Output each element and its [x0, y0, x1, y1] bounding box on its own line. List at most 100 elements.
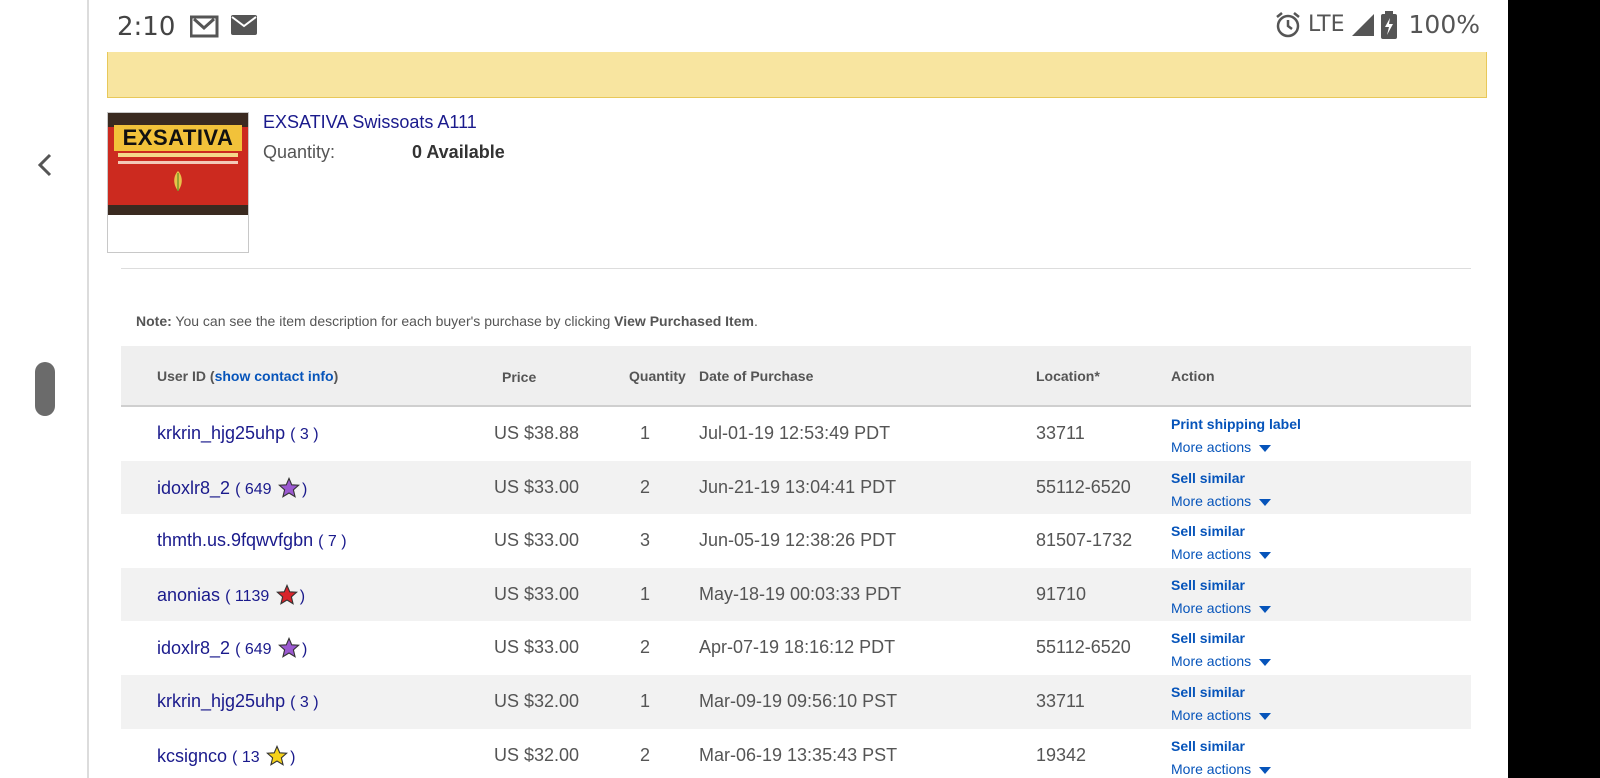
table-row: krkrin_hjg25uhp ( 3 ) US $38.88 1 Jul-01-19…: [121, 407, 1471, 461]
caret-down-icon: [1259, 766, 1272, 774]
location-cell: 55112-6520: [1036, 476, 1131, 497]
feedback-score[interactable]: ( 3 ): [290, 426, 318, 443]
buyer-user-id-link[interactable]: krkrin_hjg25uhp: [157, 691, 285, 711]
quantity-value: 0 Available: [412, 142, 505, 162]
date-cell: Mar-06-19 13:35:43 PST: [699, 744, 898, 765]
more-actions-dropdown[interactable]: More actions: [1171, 544, 1272, 564]
table-row: anonias ( 1139 ) US $33.00 1 May-18-19 00:0…: [121, 567, 1471, 622]
action-cell: Sell similar More actions: [1171, 469, 1272, 511]
quantity-cell: 3: [639, 530, 650, 551]
product-image-brand: EXSATIVA: [114, 125, 242, 151]
more-actions-dropdown[interactable]: More actions: [1171, 651, 1272, 671]
action-cell: Sell similar More actions: [1171, 629, 1272, 671]
quantity-cell: 1: [639, 423, 650, 443]
product-thumbnail[interactable]: EXSATIVA: [107, 112, 249, 253]
status-bar: 2:10 LTE 100%: [91, 0, 1508, 52]
caret-down-icon: [1259, 712, 1272, 720]
price-cell: US $38.88: [494, 423, 580, 443]
action-cell: Print shipping label More actions: [1171, 415, 1301, 457]
email-icon: [231, 15, 257, 35]
primary-action-link[interactable]: Sell similar: [1171, 737, 1271, 755]
caret-down-icon: [1259, 605, 1272, 613]
primary-action-link[interactable]: Sell similar: [1171, 469, 1271, 487]
signal-icon: [1351, 13, 1374, 36]
quantity-cell: 1: [639, 583, 650, 604]
show-contact-info-link[interactable]: show contact info: [215, 368, 334, 384]
price-cell: US $32.00: [494, 744, 580, 765]
header-location: Location*: [1036, 368, 1100, 384]
table-row: idoxlr8_2 ( 649 ) US $33.00 2 Apr-07-19 18:…: [121, 621, 1471, 675]
header-action: Action: [1171, 368, 1215, 384]
leaf-icon: [174, 171, 182, 191]
primary-action-link[interactable]: Sell similar: [1171, 683, 1271, 701]
buyer-cell: idoxlr8_2 ( 649 ): [157, 637, 307, 659]
buyer-user-id-link[interactable]: idoxlr8_2: [157, 638, 230, 658]
quantity-cell: 2: [639, 476, 650, 497]
primary-action-link[interactable]: Print shipping label: [1171, 415, 1301, 433]
quantity-cell: 1: [639, 690, 650, 711]
quantity-cell: 2: [639, 637, 650, 658]
more-actions-dropdown[interactable]: More actions: [1171, 491, 1272, 511]
buyer-cell: thmth.us.9fqwvfgbn ( 7 ): [157, 530, 347, 551]
buyer-user-id-link[interactable]: idoxlr8_2: [157, 478, 230, 498]
feedback-score[interactable]: ( 3 ): [290, 694, 318, 711]
action-cell: Sell similar More actions: [1171, 576, 1272, 618]
purple-star-icon: [278, 637, 300, 659]
feedback-score[interactable]: ( 1139 ): [225, 583, 305, 605]
feedback-score[interactable]: ( 7 ): [318, 533, 346, 550]
scroll-handle[interactable]: [35, 362, 55, 416]
date-cell: Jun-05-19 12:38:26 PDT: [699, 530, 897, 551]
screen-edge: [1508, 0, 1600, 778]
more-actions-dropdown[interactable]: More actions: [1171, 598, 1272, 618]
feedback-score[interactable]: ( 649 ): [235, 637, 307, 658]
more-actions-dropdown[interactable]: More actions: [1171, 437, 1301, 457]
date-cell: Apr-07-19 18:16:12 PDT: [699, 637, 896, 658]
feedback-score[interactable]: ( 649 ): [235, 476, 307, 498]
buyer-cell: kcsignco ( 13 ): [157, 744, 295, 767]
buyer-user-id-link[interactable]: krkrin_hjg25uhp: [157, 423, 285, 443]
location-cell: 33711: [1036, 690, 1085, 711]
location-cell: 33711: [1036, 423, 1085, 443]
purple-star-icon: [278, 476, 300, 498]
header-price: Price: [502, 369, 537, 385]
buyer-cell: anonias ( 1139 ): [157, 583, 305, 606]
more-actions-dropdown[interactable]: More actions: [1171, 705, 1272, 725]
table-row: idoxlr8_2 ( 649 ) US $33.00 2 Jun-21-19 13:…: [121, 460, 1471, 515]
table-row: kcsignco ( 13 ) US $32.00 2 Mar-06-19 13:35…: [121, 729, 1471, 778]
notice-banner: [107, 52, 1487, 98]
purchase-history-table: User ID (show contact info) Price Quanti…: [121, 346, 1471, 778]
feedback-score[interactable]: ( 13 ): [232, 744, 295, 766]
price-cell: US $32.00: [494, 690, 580, 711]
date-cell: May-18-19 00:03:33 PDT: [699, 583, 902, 604]
network-type: LTE: [1307, 12, 1345, 37]
quantity-cell: 2: [639, 744, 650, 765]
date-cell: Jul-01-19 12:53:49 PDT: [699, 423, 891, 443]
buyer-user-id-link[interactable]: thmth.us.9fqwvfgbn: [157, 530, 313, 550]
buyer-user-id-link[interactable]: kcsignco: [157, 746, 227, 766]
quantity-label: Quantity:: [263, 142, 336, 162]
table-body: krkrin_hjg25uhp ( 3 ) US $38.88 1 Jul-01-19…: [121, 407, 1471, 778]
location-cell: 91710: [1036, 583, 1087, 604]
buyer-user-id-link[interactable]: anonias: [157, 585, 220, 605]
left-gutter: [0, 0, 89, 778]
alarm-icon: [1276, 11, 1300, 37]
primary-action-link[interactable]: Sell similar: [1171, 522, 1271, 540]
product-title-link[interactable]: EXSATIVA Swissoats A111: [263, 112, 477, 133]
primary-action-link[interactable]: Sell similar: [1171, 576, 1271, 594]
more-actions-dropdown[interactable]: More actions: [1171, 759, 1272, 778]
divider: [121, 268, 1471, 269]
caret-down-icon: [1259, 659, 1272, 667]
price-cell: US $33.00: [494, 637, 580, 658]
caret-down-icon: [1259, 445, 1272, 452]
clock: 2:10: [117, 12, 176, 42]
price-cell: US $33.00: [494, 476, 580, 497]
header-quantity: Quantity: [629, 368, 686, 384]
primary-action-link[interactable]: Sell similar: [1171, 629, 1271, 647]
action-cell: Sell similar More actions: [1171, 683, 1272, 725]
battery-charging-icon: [1380, 10, 1397, 39]
table-header: User ID (show contact info) Price Quanti…: [121, 346, 1471, 407]
chevron-left-icon[interactable]: [34, 150, 56, 180]
location-cell: 81507-1732: [1036, 530, 1133, 551]
action-cell: Sell similar More actions: [1171, 737, 1272, 778]
buyer-cell: krkrin_hjg25uhp ( 3 ): [157, 691, 319, 712]
